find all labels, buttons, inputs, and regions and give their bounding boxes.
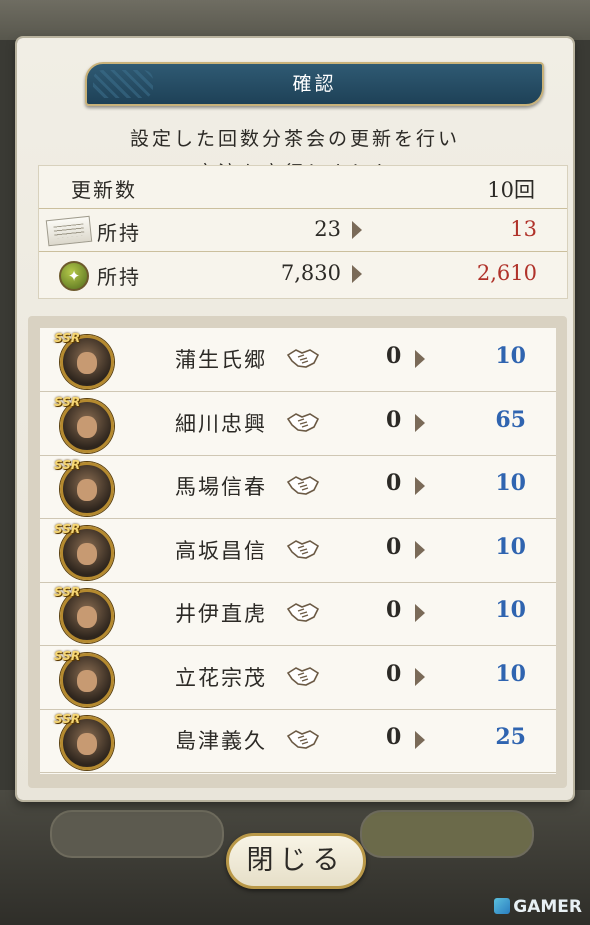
general-name: 細川忠興 <box>175 411 267 436</box>
background-button-right <box>360 810 534 858</box>
handshake-icon <box>286 601 320 623</box>
general-name: 蒲生氏郷 <box>175 348 267 372</box>
bond-from-value: 0 <box>386 343 402 369</box>
handshake-icon <box>286 728 320 750</box>
item-from-value: 7,830 <box>280 261 341 285</box>
watermark-text: GAMER <box>513 897 582 917</box>
arrow-right-icon <box>415 350 425 368</box>
bond-to-value: 10 <box>495 597 526 623</box>
bond-to-value: 25 <box>495 724 526 750</box>
general-name: 立花宗茂 <box>175 665 267 690</box>
handshake-icon <box>286 474 320 496</box>
bond-to-value: 10 <box>495 470 526 496</box>
arrow-right-icon <box>415 731 425 749</box>
general-row: SSR 島津義久 0 25 <box>40 709 556 773</box>
bond-to-value: 10 <box>495 660 526 687</box>
watermark: GAMER <box>494 897 582 917</box>
close-button[interactable]: 閉じる <box>218 827 374 895</box>
dialog-title-bar: 確認 <box>85 62 544 106</box>
generals-list-panel: SSR 蒲生氏郷 0 10 SSR 細川忠興 0 65 SSR 馬場信春 0 10 SSR 高坂昌信 0 10… <box>28 316 567 788</box>
bond-to-value: 10 <box>495 533 526 560</box>
scroll-paper-icon <box>45 215 93 247</box>
handshake-icon <box>286 538 320 560</box>
portrait-face <box>77 733 97 755</box>
arrow-right-icon <box>352 221 362 239</box>
item-to-value: 13 <box>510 217 537 241</box>
background-button-left <box>50 810 224 858</box>
general-name: 井伊直虎 <box>175 602 267 626</box>
bond-to-value: 65 <box>495 406 526 433</box>
general-name: 島津義久 <box>175 729 267 753</box>
rarity-badge: SSR <box>54 458 81 472</box>
update-count-label: 更新数 <box>71 178 137 202</box>
rarity-badge: SSR <box>54 648 81 663</box>
arrow-right-icon <box>415 667 425 686</box>
general-row: SSR 細川忠興 0 65 <box>40 392 556 456</box>
gamer-logo-icon <box>494 898 511 914</box>
portrait-face <box>77 669 97 692</box>
arrow-right-icon <box>415 413 425 432</box>
item-to-value: 2,610 <box>476 261 537 285</box>
arrow-right-icon <box>415 540 425 559</box>
close-button-label: 閉じる <box>246 845 346 876</box>
bond-from-value: 0 <box>386 660 402 687</box>
rarity-badge: SSR <box>54 585 81 599</box>
message-line-1: 設定した回数分茶会の更新を行い <box>129 128 460 150</box>
item-row-stamina: ✦ 所持 7,830 2,610 <box>39 253 567 295</box>
rarity-badge: SSR <box>54 521 81 536</box>
bond-from-value: 0 <box>386 470 402 496</box>
item-from-value: 23 <box>314 217 341 241</box>
summary-box: 更新数 10回 所持 23 13 ✦ 所持 7,830 2,610 <box>38 165 568 299</box>
handshake-icon <box>286 665 320 687</box>
rarity-badge: SSR <box>54 394 81 409</box>
stamina-runner-icon: ✦ <box>59 261 89 291</box>
bond-from-value: 0 <box>386 533 402 560</box>
bond-from-value: 0 <box>386 597 402 623</box>
portrait-face <box>77 479 97 501</box>
general-row: SSR 高坂昌信 0 10 <box>40 519 556 583</box>
item-label: 所持 <box>97 265 141 289</box>
bond-to-value: 10 <box>495 343 526 369</box>
general-row: SSR 井伊直虎 0 10 <box>40 582 556 646</box>
rarity-badge: SSR <box>54 712 81 726</box>
bond-from-value: 0 <box>386 724 402 750</box>
rarity-badge: SSR <box>54 331 81 345</box>
portrait-face <box>77 606 97 628</box>
generals-list: SSR 蒲生氏郷 0 10 SSR 細川忠興 0 65 SSR 馬場信春 0 10 SSR 高坂昌信 0 10… <box>40 328 556 774</box>
arrow-right-icon <box>352 265 362 283</box>
update-count-value: 10回 <box>487 178 535 202</box>
item-row-scroll: 所持 23 13 <box>39 209 567 252</box>
bond-from-value: 0 <box>386 406 402 433</box>
item-label: 所持 <box>97 221 141 245</box>
arrow-right-icon <box>415 477 425 495</box>
portrait-face <box>77 415 97 438</box>
handshake-icon <box>286 411 320 433</box>
portrait-face <box>77 352 97 374</box>
update-count-row: 更新数 10回 <box>39 166 567 209</box>
dialog-title: 確認 <box>292 73 337 95</box>
general-row: SSR 立花宗茂 0 10 <box>40 646 556 710</box>
arrow-right-icon <box>415 604 425 622</box>
general-name: 馬場信春 <box>175 475 267 499</box>
background-top <box>0 0 590 40</box>
general-name: 高坂昌信 <box>175 538 267 563</box>
general-row: SSR 馬場信春 0 10 <box>40 455 556 519</box>
handshake-icon <box>286 347 320 369</box>
general-row: SSR 蒲生氏郷 0 10 <box>40 328 556 392</box>
portrait-face <box>77 542 97 565</box>
